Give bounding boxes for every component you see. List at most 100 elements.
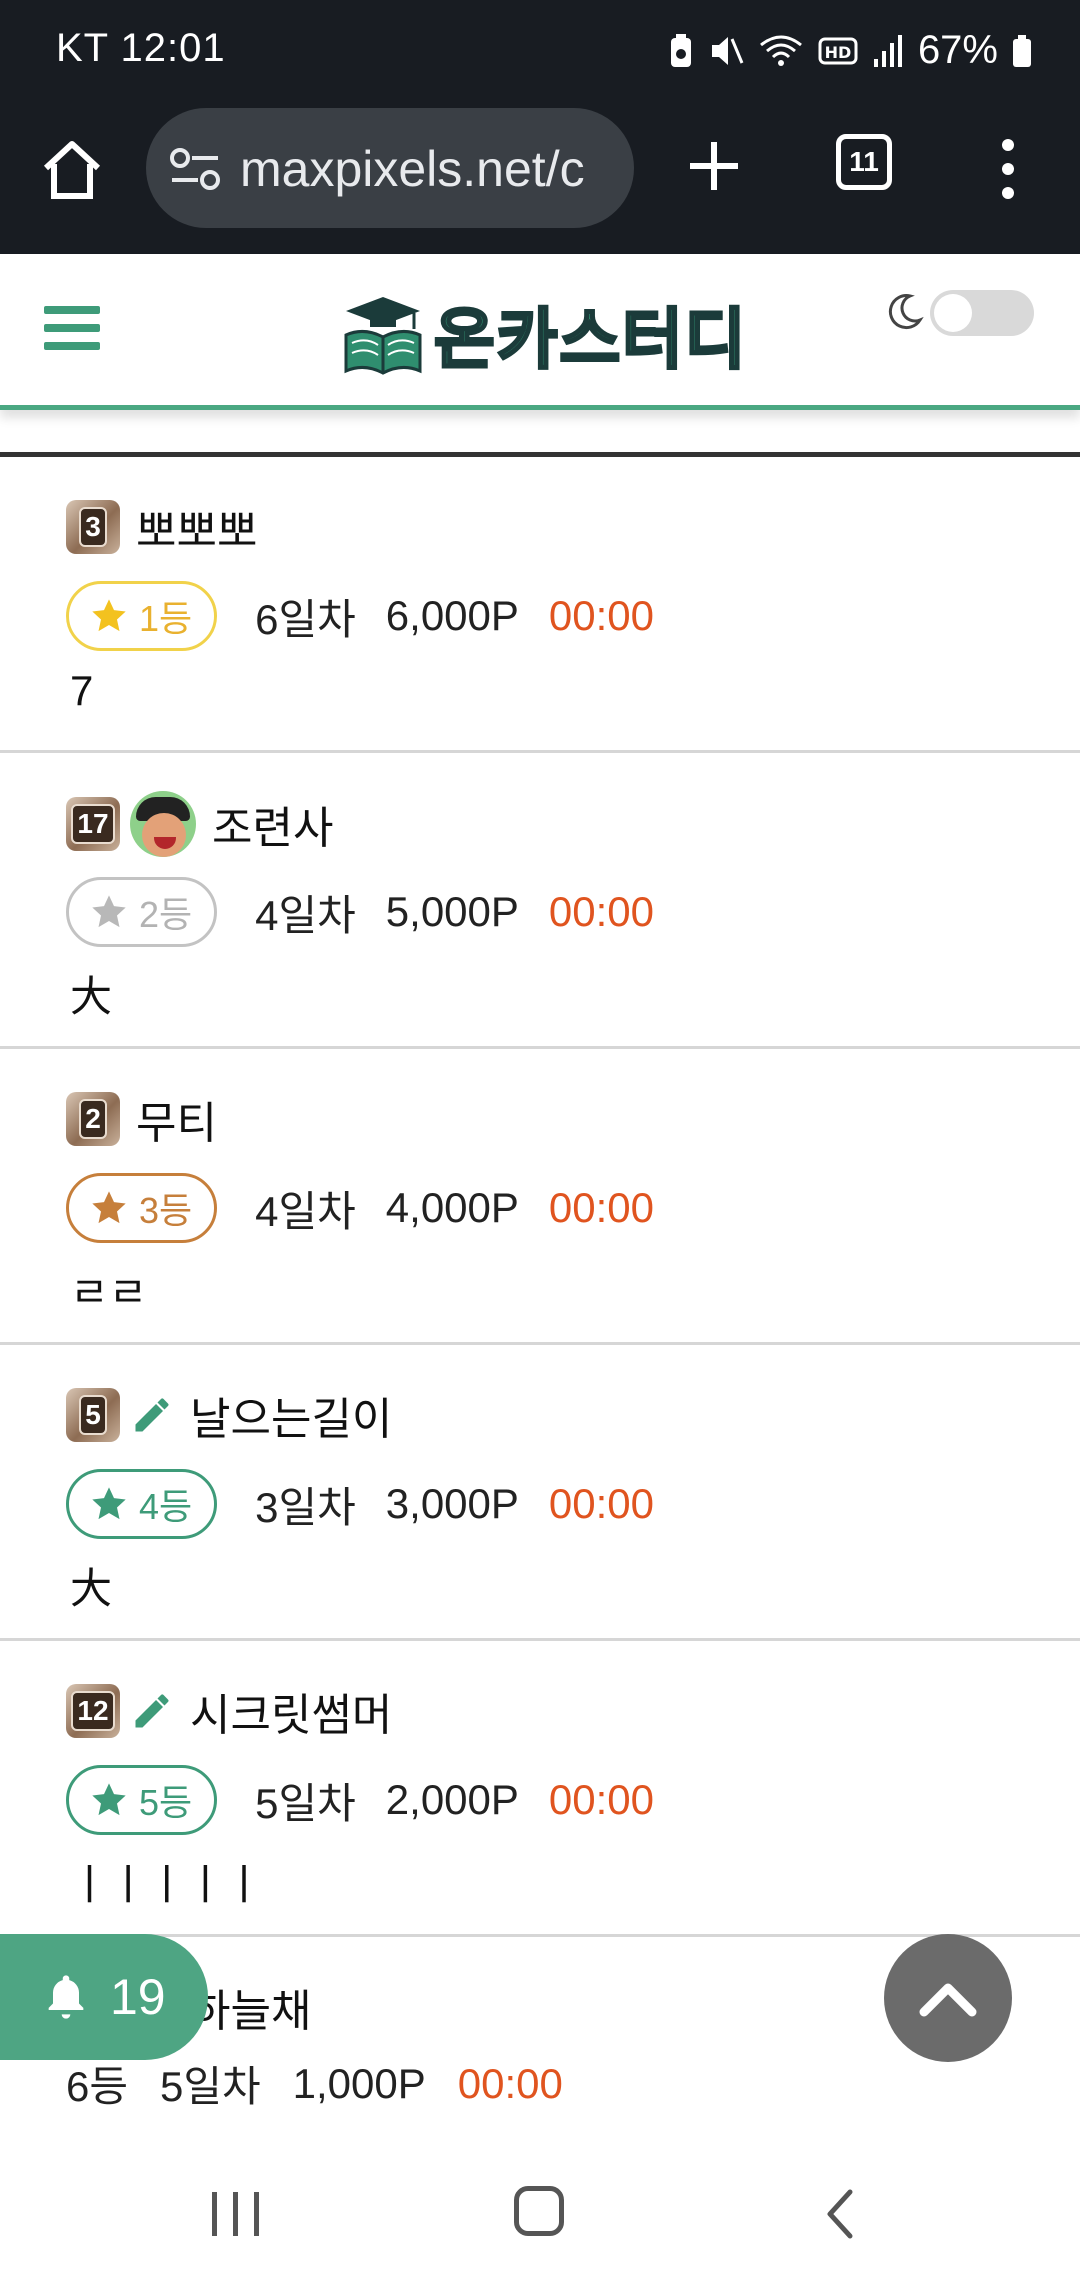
signal-icon	[873, 34, 902, 67]
pencil-icon	[135, 1398, 169, 1432]
star-icon	[92, 1487, 126, 1520]
points: 1,000P	[292, 2059, 426, 2107]
dark-mode-toggle[interactable]	[930, 290, 1034, 336]
rank-label: 4등	[139, 1486, 193, 1527]
home-button[interactable]	[514, 2186, 564, 2236]
rank-label: 6등	[66, 2063, 128, 2110]
points: 4,000P	[385, 1184, 519, 1231]
list-item: 2 무티 3등 4일차 4,000P 00:00 ㄹㄹ	[0, 1049, 1080, 1345]
user-name[interactable]: 무티	[136, 1087, 217, 1151]
wifi-icon	[760, 35, 802, 66]
more-menu-icon[interactable]	[994, 136, 1022, 202]
browser-chrome: KT 12:01 HD 67% maxpixels.net/c 11	[0, 0, 1080, 254]
level-badge: 2	[66, 1092, 120, 1146]
points: 6,000P	[385, 592, 519, 639]
check-in-time: 00:00	[548, 1184, 655, 1231]
site-header: 온카스터디	[0, 254, 1080, 410]
avatar	[130, 791, 196, 857]
logo-text: 온카스터디	[433, 301, 748, 378]
user-name[interactable]: 조련사	[212, 792, 333, 856]
points: 3,000P	[385, 1480, 519, 1527]
points: 5,000P	[385, 888, 519, 935]
chevron-up-icon	[919, 1983, 977, 2017]
attendance-days: 4일차	[255, 891, 356, 939]
comment-text: ㅣㅣㅣㅣㅣ	[70, 1861, 264, 1908]
rank-label: 3등	[139, 1190, 193, 1231]
user-name[interactable]: 하늘채	[190, 1975, 311, 2039]
check-in-time: 00:00	[548, 888, 655, 935]
hd-voice-icon: HD	[818, 37, 858, 64]
rank-label: 2등	[139, 894, 193, 935]
url-toolbar: maxpixels.net/c 11	[0, 108, 1080, 230]
scroll-to-top-button[interactable]	[884, 1934, 1012, 2062]
status-carrier-time: KT 12:01	[56, 26, 226, 71]
mute-icon	[711, 36, 744, 65]
back-icon[interactable]	[824, 2188, 856, 2240]
attendance-days: 3일차	[255, 1483, 356, 1531]
comment-text: ㄹㄹ	[70, 1269, 148, 1316]
level-badge: 3	[66, 500, 120, 554]
attendance-days: 5일차	[255, 1779, 356, 1827]
list-item: 12 시크릿썸머 5등 5일차 2,000P 00:00 ㅣㅣㅣㅣㅣ	[0, 1641, 1080, 1937]
tab-switcher-button[interactable]: 11	[836, 134, 892, 190]
system-icons: HD 67%	[668, 28, 1032, 73]
graduation-book-icon	[344, 297, 422, 375]
level-number: 2	[79, 1099, 107, 1139]
comment-text: 大	[70, 1565, 113, 1612]
toggle-knob	[934, 294, 972, 332]
star-icon	[92, 1783, 126, 1816]
list-item: 3 뽀뽀뽀 1등 6일차 6,000P 00:00 7	[0, 457, 1080, 753]
list-item: 5 날으는길이 4등 3일차 3,000P 00:00 大	[0, 1345, 1080, 1641]
level-badge: 12	[66, 1684, 120, 1738]
battery-icon	[1013, 34, 1031, 67]
status-bar: KT 12:01 HD 67%	[0, 0, 1080, 100]
attendance-days: 4일차	[255, 1187, 356, 1235]
svg-text:HD: HD	[825, 43, 852, 62]
points: 2,000P	[385, 1776, 519, 1823]
level-badge: 17	[66, 797, 120, 851]
rank-badge: 4등	[66, 1469, 218, 1539]
battery-percent: 67%	[917, 28, 998, 72]
recent-apps-icon[interactable]	[210, 2190, 262, 2238]
rank-label: 5등	[139, 1782, 193, 1823]
site-settings-icon[interactable]	[168, 146, 224, 192]
moon-icon	[888, 294, 924, 330]
check-in-time: 00:00	[548, 1480, 655, 1527]
level-number: 3	[79, 507, 107, 547]
notification-count: 19	[110, 1969, 166, 2025]
site-logo[interactable]: 온카스터디	[340, 290, 748, 378]
star-icon	[92, 599, 126, 632]
attendance-days: 6일차	[255, 595, 356, 643]
star-icon	[92, 895, 126, 928]
user-name[interactable]: 날으는길이	[190, 1383, 392, 1447]
battery-saver-icon	[670, 33, 691, 67]
check-in-time: 00:00	[548, 1776, 655, 1823]
home-icon[interactable]	[40, 138, 104, 202]
level-badge: 5	[66, 1388, 120, 1442]
level-number: 17	[71, 804, 115, 844]
new-tab-icon[interactable]	[684, 136, 744, 196]
hamburger-menu-icon[interactable]	[44, 304, 100, 352]
comment-text: 7	[70, 667, 94, 714]
rank-badge: 5등	[66, 1765, 218, 1835]
system-navigation-bar	[0, 2150, 1080, 2280]
list-item: 17 조련사 2등 4일차 5,000P 00:00 大	[0, 753, 1080, 1049]
user-name[interactable]: 시크릿썸머	[190, 1679, 392, 1743]
rank-badge: 1등	[66, 581, 218, 651]
notification-button[interactable]: 19	[0, 1934, 208, 2060]
rank-badge: 3등	[66, 1173, 218, 1243]
user-name[interactable]: 뽀뽀뽀	[136, 495, 257, 559]
level-number: 5	[79, 1395, 107, 1435]
pencil-icon	[135, 1694, 169, 1728]
bell-icon	[48, 1975, 84, 2019]
level-number: 12	[71, 1691, 115, 1731]
address-bar[interactable]: maxpixels.net/c	[146, 108, 634, 228]
clock: 12:01	[120, 26, 226, 70]
rank-label: 1등	[139, 598, 193, 639]
attendance-days: 5일차	[160, 2063, 261, 2110]
check-in-time: 00:00	[457, 2059, 563, 2107]
url-text: maxpixels.net/c	[240, 141, 585, 197]
star-icon	[92, 1191, 126, 1224]
check-in-time: 00:00	[548, 592, 655, 639]
carrier-label: KT	[56, 26, 109, 70]
